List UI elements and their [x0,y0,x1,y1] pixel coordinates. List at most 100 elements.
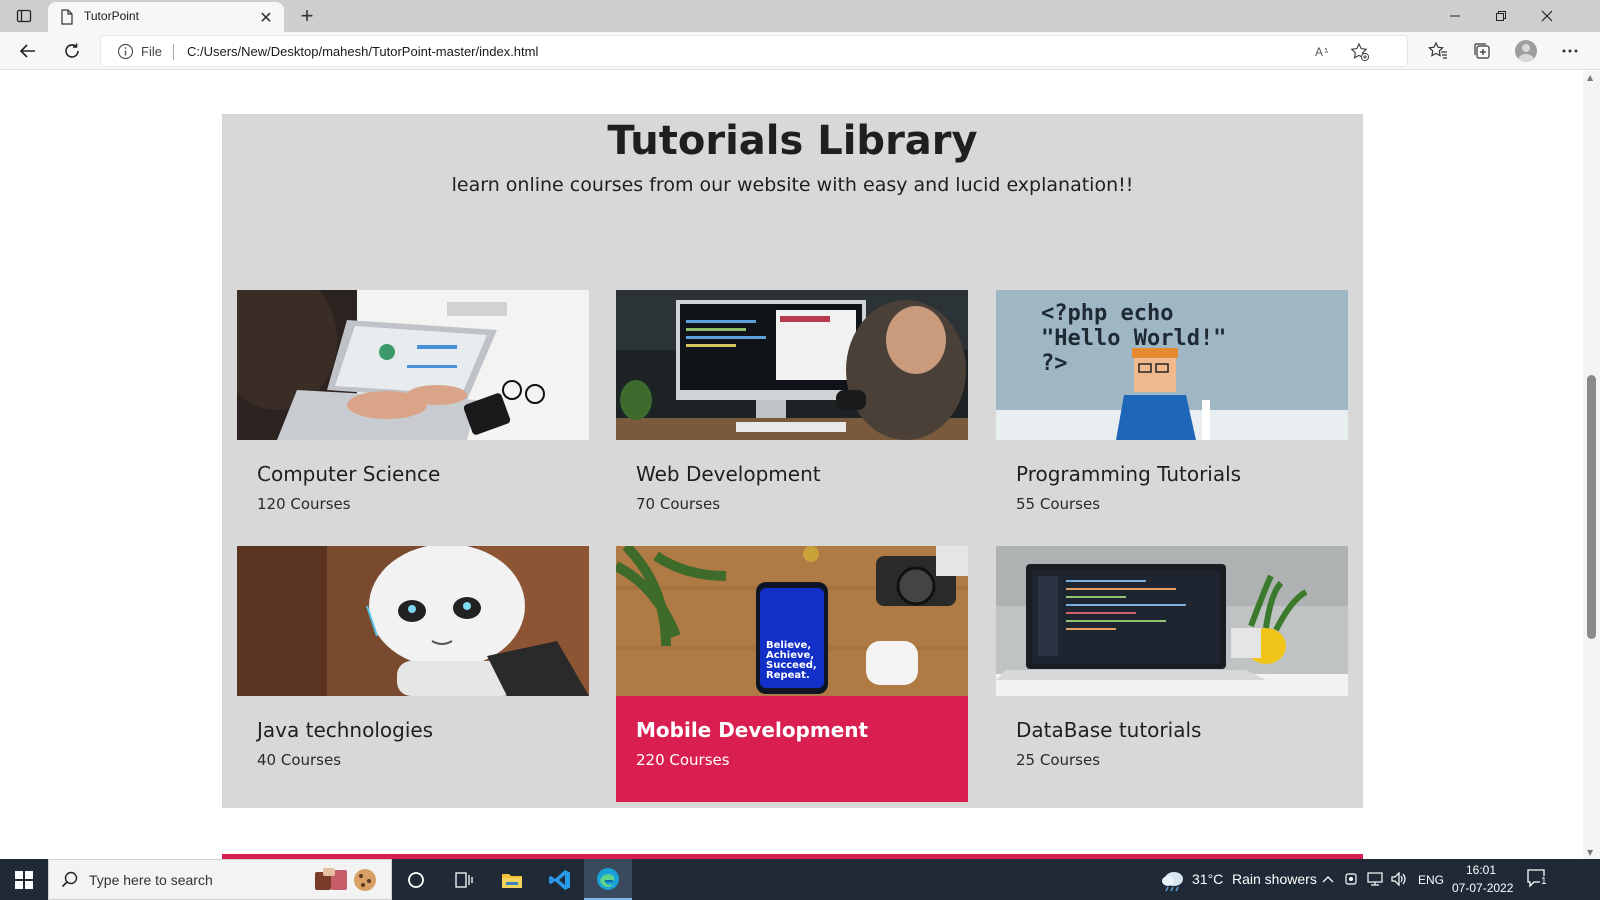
browser-tab[interactable]: TutorPoint ✕ [48,2,284,32]
close-icon [1541,10,1553,22]
minimize-icon [1450,15,1460,17]
laptop-analytics-image [237,290,589,440]
address-url[interactable]: C:/Users/New/Desktop/mahesh/TutorPoint-m… [187,44,538,59]
more-options-icon [1562,49,1578,53]
laptop-code-image [996,546,1348,696]
course-card-web-development[interactable]: Web Development 70 Courses [616,290,968,546]
developer-desktop-image [616,290,968,440]
course-card-computer-science[interactable]: Computer Science 120 Courses [237,290,589,546]
card-title: Computer Science [257,462,441,486]
card-title: DataBase tutorials [1016,718,1202,742]
chevron-up-icon[interactable] [1322,874,1334,884]
php-hello-world-image: <?php echo "Hello World!" ?> [996,290,1348,440]
avatar [1515,40,1537,62]
card-title: Java technologies [257,718,434,742]
notification-center-button[interactable]: 1 [1526,868,1550,890]
card-course-count: 40 Courses [257,751,342,769]
restore-button[interactable] [1478,0,1524,32]
search-highlight-icon [315,868,376,891]
volume-icon[interactable] [1390,870,1408,888]
robot-image [237,546,589,696]
refresh-icon [65,43,79,58]
close-window-button[interactable] [1524,0,1570,32]
scroll-down-icon[interactable]: ▼ [1587,848,1593,857]
folder-icon [502,873,522,888]
tutorials-library-section: Tutorials Library learn online courses f… [222,114,1363,808]
course-card-database-tutorials[interactable]: DataBase tutorials 25 Courses [996,546,1348,802]
profile-button[interactable] [1512,37,1540,65]
search-icon [61,871,78,888]
weather-temperature[interactable]: 31°C [1192,871,1223,887]
minimize-button[interactable] [1432,0,1478,32]
address-scheme-label: File [141,44,162,59]
browser-toolbar: File C:/Users/New/Desktop/mahesh/TutorPo… [0,32,1600,70]
svg-text:A: A [1315,45,1323,59]
back-arrow-icon [19,44,35,58]
card-course-count: 120 Courses [257,495,351,513]
read-aloud-icon[interactable]: A [1313,41,1335,63]
windows-logo-icon [15,870,33,889]
network-icon[interactable] [1366,870,1384,888]
browser-tab-bar: TutorPoint ✕ + [0,0,1600,32]
card-course-count: 55 Courses [1016,495,1101,513]
collections-icon [1474,43,1490,59]
phone-text-line-4: Repeat. [766,670,810,681]
address-bar[interactable]: File C:/Users/New/Desktop/mahesh/TutorPo… [100,35,1408,67]
weather-cloud-icon[interactable] [1160,868,1186,892]
vscode-button[interactable] [536,859,584,900]
back-button[interactable] [14,37,42,65]
search-placeholder: Type here to search [89,872,213,888]
windows-taskbar: Type here to search 31°C Rain showers EN… [0,859,1600,900]
file-explorer-button[interactable] [488,859,536,900]
tab-actions-icon [16,9,32,23]
page-viewport: Tutorials Library learn online courses f… [0,71,1583,859]
card-title: Programming Tutorials [1016,462,1242,486]
refresh-button[interactable] [58,37,86,65]
card-title: Web Development [636,462,821,486]
add-favorite-icon[interactable] [1349,41,1371,63]
favorites-icon [1428,41,1447,59]
task-view-icon [455,871,473,888]
weather-description[interactable]: Rain showers [1232,871,1317,887]
clock-date[interactable]: 07-07-2022 [1452,881,1513,895]
tab-title: TutorPoint [84,9,139,23]
edge-icon [597,867,619,890]
settings-menu-button[interactable] [1556,37,1584,65]
notification-count: 1 [1540,876,1548,887]
address-divider [173,44,174,60]
cortana-icon [408,871,424,888]
image-code-line-2: "Hello World!" [1041,326,1226,351]
cortana-button[interactable] [392,859,440,900]
meet-now-icon[interactable] [1344,870,1360,888]
card-course-count: 220 Courses [636,751,730,769]
start-button[interactable] [0,859,48,900]
page-scrollbar[interactable]: ▲ ▼ [1583,71,1600,859]
vscode-icon [549,869,570,890]
image-code-line-1: <?php echo [1041,301,1173,326]
task-view-button[interactable] [440,859,488,900]
input-language[interactable]: ENG [1418,873,1444,887]
card-title: Mobile Development [636,718,869,742]
collections-button[interactable] [1468,37,1496,65]
close-tab-icon[interactable]: ✕ [256,7,276,27]
clock-time[interactable]: 16:01 [1466,863,1496,877]
info-icon[interactable] [117,43,134,60]
new-tab-button[interactable]: + [294,3,320,29]
card-course-count: 70 Courses [636,495,721,513]
scrollbar-thumb[interactable] [1587,375,1596,639]
course-card-mobile-development[interactable]: Believe, Achieve, Succeed, Repeat. Mobil… [616,546,968,802]
tab-actions-button[interactable] [8,4,40,28]
course-card-java-technologies[interactable]: Java technologies 40 Courses [237,546,589,802]
scroll-up-icon[interactable]: ▲ [1587,73,1593,82]
favorites-button[interactable] [1424,37,1452,65]
edge-browser-button[interactable] [584,859,632,900]
taskbar-search-box[interactable]: Type here to search [48,859,392,900]
image-code-line-3: ?> [1041,351,1068,376]
page-icon [61,9,73,25]
restore-icon [1496,11,1506,21]
phone-on-desk-image: Believe, Achieve, Succeed, Repeat. [616,546,968,696]
course-card-programming-tutorials[interactable]: <?php echo "Hello World!" ?> Programming… [996,290,1348,546]
library-title: Tutorials Library [607,118,978,164]
library-subtitle: learn online courses from our website wi… [451,174,1134,196]
card-course-count: 25 Courses [1016,751,1101,769]
